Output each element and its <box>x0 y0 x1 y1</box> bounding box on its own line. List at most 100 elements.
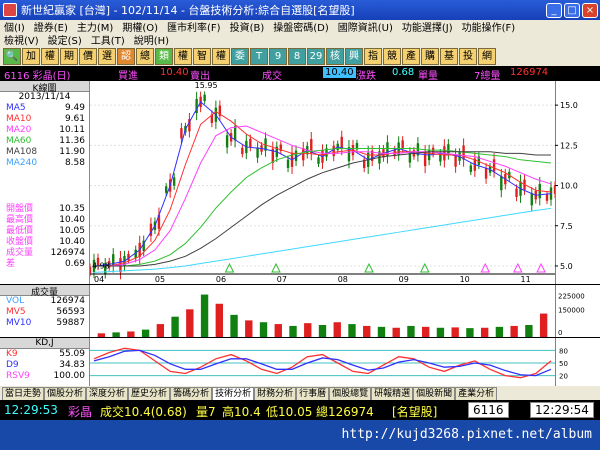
price-label: 最低價 <box>6 226 34 236</box>
status-bar: http://kujd3268.pixnet.net/album <box>0 420 600 450</box>
tab-產業分析[interactable]: 產業分析 <box>455 387 498 400</box>
toolbar-button[interactable]: 29 <box>307 47 325 65</box>
candle-body <box>530 193 533 206</box>
ticker-high: 高10.4 <box>222 405 261 419</box>
toolbar-button[interactable]: 網 <box>478 47 496 65</box>
kline-info-panel: K線圖 2013/11/14 MA5 9.49 MA10 9.61 MA20 10.11 M… <box>0 81 90 284</box>
minimize-button[interactable]: _ <box>546 2 562 18</box>
volume-chart[interactable] <box>90 285 555 337</box>
tab-個股分析[interactable]: 個股分析 <box>44 387 87 400</box>
tab-個股總覽[interactable]: 個股總覽 <box>329 387 372 400</box>
kd-value: 34.83 <box>59 360 85 370</box>
tab-研報精選[interactable]: 研報精選 <box>371 387 414 400</box>
ma-label: MA5 <box>6 103 26 113</box>
toolbar-button[interactable]: 委 <box>231 47 249 65</box>
price-axis: 15.0 12.5 10.0 7.5 5.0 <box>555 81 600 284</box>
tab-個股新聞[interactable]: 個股新聞 <box>413 387 456 400</box>
ma-row: MA20 10.11 <box>0 125 89 136</box>
toolbar-button[interactable]: 加 <box>22 47 40 65</box>
toolbar-button[interactable]: 價 <box>79 47 97 65</box>
menu-item[interactable]: 設定(S) <box>48 32 82 47</box>
total-value: 126974 <box>510 67 549 78</box>
price-label: 最高價 <box>6 215 34 225</box>
vol-label: VOL <box>6 296 25 306</box>
menu-item[interactable]: 投資(B) <box>230 19 265 34</box>
toolbar-button[interactable]: 產 <box>402 47 420 65</box>
candle-body <box>256 147 259 158</box>
vol-label: 單量 <box>418 71 438 82</box>
volume-bar <box>333 322 341 337</box>
candle-body <box>515 188 518 197</box>
menu-item[interactable]: 檢視(V) <box>4 32 39 47</box>
menu-item[interactable]: 說明(H) <box>134 32 169 47</box>
toolbar-button[interactable]: 權 <box>212 47 230 65</box>
low-annotation: 4.98 <box>92 261 110 270</box>
toolbar-button[interactable]: T <box>250 47 268 65</box>
volume-bar <box>141 329 150 337</box>
tab-行事曆[interactable]: 行事曆 <box>296 387 330 400</box>
toolbar-button[interactable]: 權 <box>174 47 192 65</box>
toolbar-button[interactable]: 認 <box>117 47 135 65</box>
search-icon[interactable]: 🔍 <box>3 47 21 65</box>
quote-strip: 6116 彩晶(日) 買進 10.40 賣出 成交 10.40 漲跌 0.68 … <box>0 66 600 82</box>
toolbar-button[interactable]: 期 <box>60 47 78 65</box>
price-row: 最低價 10.05 <box>0 226 89 237</box>
menu-item[interactable]: 功能選擇(J) <box>402 19 453 34</box>
signal-marker <box>480 262 491 273</box>
toolbar-button[interactable]: 8 <box>288 47 306 65</box>
toolbar-button[interactable]: 基 <box>440 47 458 65</box>
toolbar-button[interactable]: 購 <box>421 47 439 65</box>
x-tick-label: 06 <box>216 275 226 284</box>
toolbar-button[interactable]: 智 <box>193 47 211 65</box>
menu-item[interactable]: 工具(T) <box>91 32 125 47</box>
volume-tick-label: 0 <box>558 329 562 337</box>
vol-label: MV5 <box>6 307 26 317</box>
menu-item[interactable]: 匯市利率(F) <box>167 19 221 34</box>
toolbar-button[interactable]: 投 <box>459 47 477 65</box>
toolbar-button[interactable]: 權 <box>41 47 59 65</box>
toolbar-button[interactable]: 選 <box>98 47 116 65</box>
candle-body <box>180 128 183 139</box>
tab-深度分析[interactable]: 深度分析 <box>86 387 129 400</box>
tab-當日走勢[interactable]: 當日走勢 <box>2 387 45 400</box>
kd-chart[interactable] <box>90 338 555 386</box>
volume-bar <box>363 325 371 337</box>
toolbar-button[interactable]: 9 <box>269 47 287 65</box>
tab-財務分析[interactable]: 財務分析 <box>254 387 297 400</box>
volume-header: 成交量 <box>0 285 89 298</box>
candle-body <box>500 176 503 191</box>
tab-歷史分析[interactable]: 歷史分析 <box>128 387 171 400</box>
menu-item[interactable]: 國際資訊(U) <box>338 19 393 34</box>
toolbar-button[interactable]: 興 <box>345 47 363 65</box>
volume-bar <box>377 326 386 337</box>
toolbar-button[interactable]: 指 <box>364 47 382 65</box>
analysis-tabs: 當日走勢 個股分析 深度分析 歷史分析 籌碼分析 技術分析 財務分析 行事曆 個股總覽 研報精選個… <box>0 386 600 400</box>
menu-row-2: 檢視(V) 設定(S) 工具(T) 說明(H) <box>0 32 600 47</box>
tab-籌碼分析[interactable]: 籌碼分析 <box>170 387 213 400</box>
volume-bar <box>245 320 253 337</box>
kline-date: 2013/11/14 <box>18 92 71 102</box>
kline-header: K線圖 <box>0 81 89 94</box>
volume-bar <box>200 294 209 337</box>
close-button[interactable]: × <box>582 2 598 18</box>
price-value: 10.40 <box>59 215 85 225</box>
vol-label: MV10 <box>6 318 32 328</box>
toolbar-button[interactable]: 核 <box>326 47 344 65</box>
menu-item[interactable]: 操盤密碼(D) <box>273 19 329 34</box>
toolbar-button[interactable]: 總 <box>136 47 154 65</box>
ticker-code-input[interactable]: 6116 <box>468 402 509 418</box>
ma-value: 9.61 <box>64 114 85 124</box>
ma-label: MA10 <box>6 114 32 124</box>
toolbar-button[interactable]: 類 <box>155 47 173 65</box>
maximize-button[interactable]: □ <box>564 2 580 18</box>
toolbar-button[interactable]: 競 <box>383 47 401 65</box>
ma-row: MA10 9.61 <box>0 114 89 125</box>
toolbar: 🔍 加權期價選認總類權智權委 T 9 8 29 核興指競產購基投網 <box>0 46 600 66</box>
kd-label: D9 <box>6 360 19 370</box>
tab-技術分析[interactable]: 技術分析 <box>212 387 255 400</box>
y-tick-label: 10.0 <box>560 182 578 191</box>
menu-item[interactable]: 功能操作(F) <box>462 19 516 34</box>
change-label: 漲跌 <box>356 71 376 82</box>
kd-axis: 80 50 20 <box>555 338 600 386</box>
kline-chart[interactable]: 15.95 4.98 04 05 06 07 08 09 10 11 <box>90 81 555 284</box>
